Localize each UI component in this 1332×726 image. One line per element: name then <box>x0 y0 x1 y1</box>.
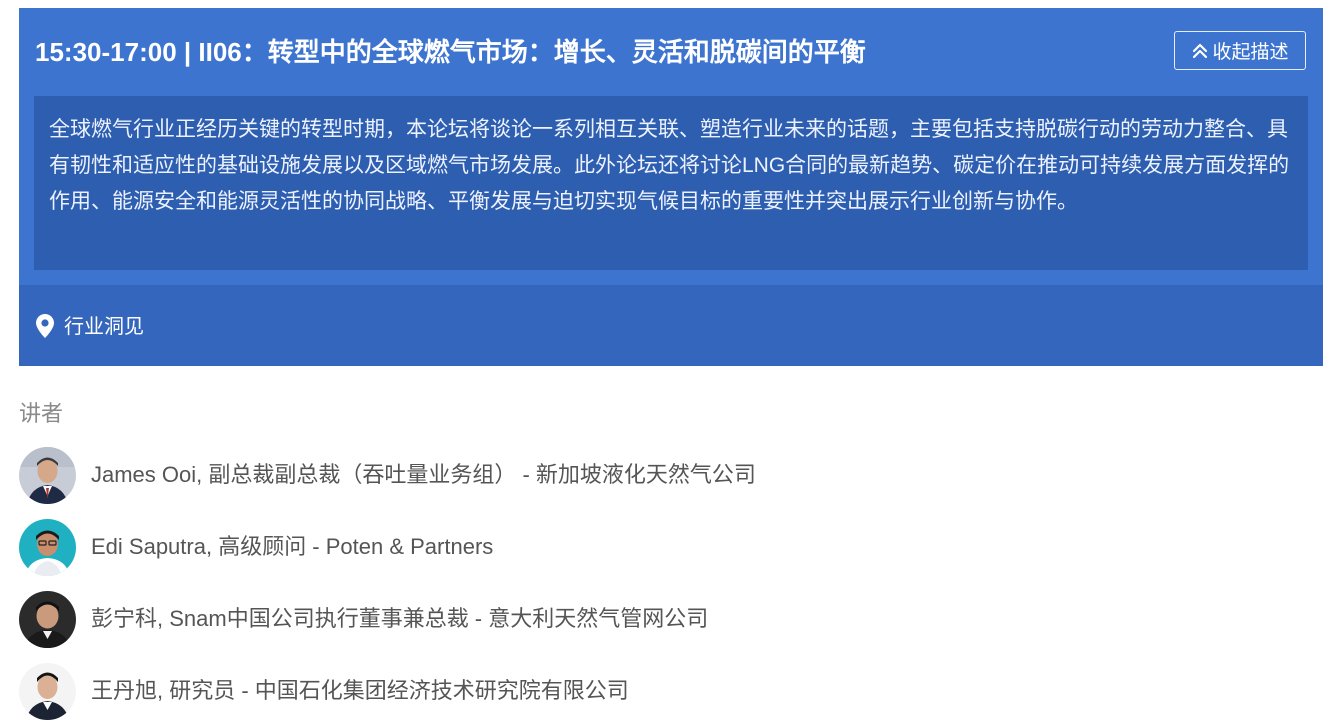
avatar[interactable] <box>19 518 76 576</box>
session-title: 15:30-17:00 | II06：转型中的全球燃气市场：增长、灵活和脱碳间的… <box>35 37 866 67</box>
speaker-item[interactable]: 彭宁科, Snam中国公司执行董事兼总裁 - 意大利天然气管网公司 <box>19 590 1019 648</box>
speaker-name-title: 王丹旭, 研究员 - 中国石化集团经济技术研究院有限公司 <box>91 678 629 703</box>
session-card: 15:30-17:00 | II06：转型中的全球燃气市场：增长、灵活和脱碳间的… <box>19 8 1323 366</box>
speaker-name-title: Edi Saputra, 高级顾问 - Poten & Partners <box>91 534 494 559</box>
avatar[interactable] <box>19 662 76 720</box>
speaker-name-title: James Ooi, 副总裁副总裁（吞吐量业务组） - 新加坡液化天然气公司 <box>91 462 756 487</box>
speaker-item[interactable]: 王丹旭, 研究员 - 中国石化集团经济技术研究院有限公司 <box>19 662 1019 720</box>
location-label[interactable]: 行业洞见 <box>64 314 144 340</box>
collapse-button-label: 收起描述 <box>1212 42 1289 63</box>
location-bar <box>19 285 1323 366</box>
speakers-heading: 讲者 <box>19 401 64 426</box>
avatar[interactable] <box>19 590 76 648</box>
speaker-name-title: 彭宁科, Snam中国公司执行董事兼总裁 - 意大利天然气管网公司 <box>91 606 709 631</box>
chevron-double-up-icon <box>1193 43 1208 58</box>
map-marker-icon <box>36 314 54 338</box>
speaker-item[interactable]: James Ooi, 副总裁副总裁（吞吐量业务组） - 新加坡液化天然气公司 <box>19 446 1019 504</box>
session-description: 全球燃气行业正经历关键的转型时期，本论坛将谈论一系列相互关联、塑造行业未来的话题… <box>34 96 1308 270</box>
description-text: 全球燃气行业正经历关键的转型时期，本论坛将谈论一系列相互关联、塑造行业未来的话题… <box>49 118 1290 213</box>
speaker-item[interactable]: Edi Saputra, 高级顾问 - Poten & Partners <box>19 518 1019 576</box>
avatar[interactable] <box>19 446 76 504</box>
collapse-description-button[interactable]: 收起描述 <box>1174 31 1306 70</box>
